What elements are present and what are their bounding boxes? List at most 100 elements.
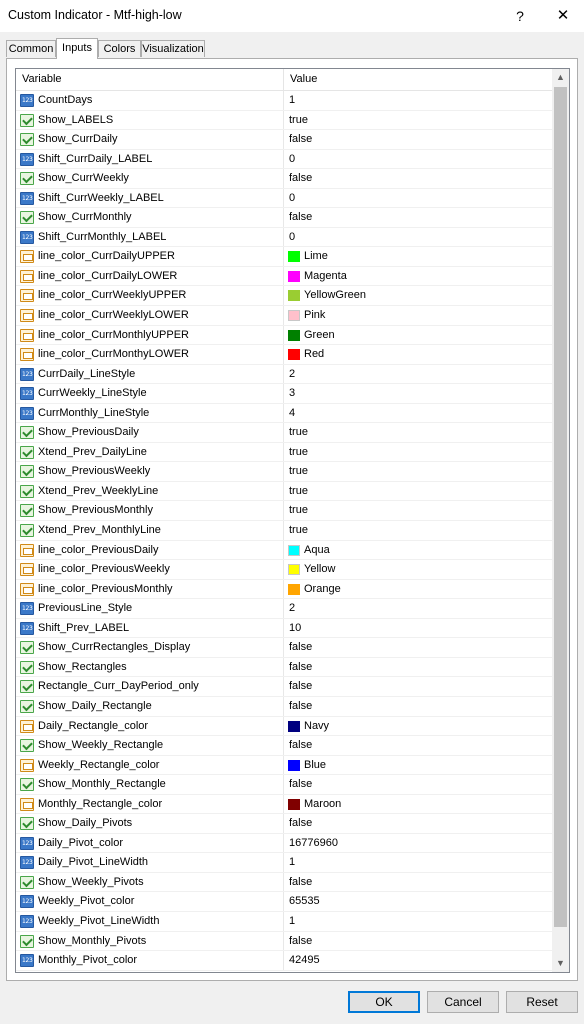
value-cell[interactable]: Blue	[284, 756, 552, 775]
table-row[interactable]: Weekly_Rectangle_color Blue	[16, 755, 552, 776]
table-row[interactable]: line_color_PreviousWeekly Yellow	[16, 560, 552, 580]
value-cell[interactable]: 4	[284, 404, 552, 423]
table-row[interactable]: Show_PreviousMonthly true	[16, 501, 552, 522]
reset-button[interactable]: Reset	[506, 991, 578, 1013]
vertical-scrollbar[interactable]: ▲ ▼	[552, 69, 569, 972]
ok-button[interactable]: OK	[348, 991, 420, 1013]
value-cell[interactable]: 1	[284, 912, 552, 931]
value-cell[interactable]: Green	[284, 326, 552, 345]
value-cell[interactable]: true	[284, 521, 552, 540]
value-cell[interactable]: Aqua	[284, 541, 552, 560]
table-row[interactable]: Monthly_Rectangle_color Maroon	[16, 794, 552, 815]
tab-inputs[interactable]: Inputs	[56, 38, 98, 59]
value-cell[interactable]: false	[284, 932, 552, 951]
value-cell[interactable]: false	[284, 814, 552, 833]
value-cell[interactable]: 10	[284, 619, 552, 638]
value-cell[interactable]: true	[284, 443, 552, 462]
value-cell[interactable]: true	[284, 501, 552, 520]
value-cell[interactable]: false	[284, 169, 552, 188]
table-row[interactable]: Show_Daily_Rectangle false	[16, 696, 552, 717]
value-cell[interactable]: true	[284, 111, 552, 130]
scroll-down-icon[interactable]: ▼	[552, 955, 569, 972]
value-cell[interactable]: 0	[284, 228, 552, 247]
table-row[interactable]: Shift_CurrDaily_LABEL 0	[16, 149, 552, 170]
value-cell[interactable]: YellowGreen	[284, 286, 552, 305]
column-header-value[interactable]: Value	[284, 69, 552, 90]
table-row[interactable]: line_color_CurrDailyUPPER Lime	[16, 247, 552, 267]
table-row[interactable]: Show_CurrDaily false	[16, 130, 552, 150]
value-cell[interactable]: false	[284, 130, 552, 149]
value-cell[interactable]: Maroon	[284, 795, 552, 814]
table-row[interactable]: Show_CurrMonthly false	[16, 208, 552, 228]
value-cell[interactable]: Yellow	[284, 560, 552, 579]
table-row[interactable]: line_color_CurrMonthlyUPPER Green	[16, 325, 552, 346]
table-row[interactable]: Xtend_Prev_WeeklyLine true	[16, 481, 552, 502]
table-row[interactable]: Xtend_Prev_DailyLine true	[16, 442, 552, 463]
table-row[interactable]: Xtend_Prev_MonthlyLine true	[16, 521, 552, 541]
value-cell[interactable]: false	[284, 658, 552, 677]
table-row[interactable]: Show_Weekly_Rectangle false	[16, 736, 552, 756]
table-row[interactable]: line_color_CurrDailyLOWER Magenta	[16, 266, 552, 287]
value-cell[interactable]: false	[284, 736, 552, 755]
tab-common[interactable]: Common	[6, 40, 56, 57]
close-button[interactable]: ✕	[548, 4, 578, 28]
table-row[interactable]: Shift_CurrWeekly_LABEL 0	[16, 188, 552, 209]
table-row[interactable]: line_color_CurrWeeklyUPPER YellowGreen	[16, 286, 552, 307]
table-row[interactable]: CountDays 1	[16, 91, 552, 111]
table-row[interactable]: CurrWeekly_LineStyle 3	[16, 384, 552, 404]
table-row[interactable]: Rectangle_Curr_DayPeriod_only false	[16, 677, 552, 697]
value-cell[interactable]: 3	[284, 384, 552, 403]
table-row[interactable]: Show_CurrRectangles_Display false	[16, 638, 552, 658]
table-row[interactable]: Show_Rectangles false	[16, 657, 552, 678]
value-cell[interactable]: 2	[284, 365, 552, 384]
table-row[interactable]: Show_Daily_Pivots false	[16, 814, 552, 834]
table-row[interactable]: Monthly_Pivot_color 42495	[16, 951, 552, 971]
value-cell[interactable]: false	[284, 677, 552, 696]
value-cell[interactable]: 0	[284, 150, 552, 169]
column-header-variable[interactable]: Variable	[16, 69, 284, 90]
value-cell[interactable]: false	[284, 775, 552, 794]
table-row[interactable]: line_color_CurrMonthyLOWER Red	[16, 345, 552, 365]
value-cell[interactable]: false	[284, 873, 552, 892]
cancel-button[interactable]: Cancel	[427, 991, 499, 1013]
value-cell[interactable]: false	[284, 697, 552, 716]
value-cell[interactable]: 65535	[284, 892, 552, 911]
table-row[interactable]: line_color_PreviousDaily Aqua	[16, 540, 552, 561]
tab-visualization[interactable]: Visualization	[141, 40, 205, 57]
value-cell[interactable]: Magenta	[284, 267, 552, 286]
help-button[interactable]: ?	[507, 4, 533, 28]
value-cell[interactable]: true	[284, 423, 552, 442]
value-cell[interactable]: Lime	[284, 247, 552, 266]
value-cell[interactable]: 16776960	[284, 834, 552, 853]
value-cell[interactable]: false	[284, 208, 552, 227]
table-row[interactable]: Show_PreviousDaily true	[16, 423, 552, 443]
value-cell[interactable]: 1	[284, 853, 552, 872]
table-row[interactable]: Shift_CurrMonthly_LABEL 0	[16, 227, 552, 248]
table-row[interactable]: CurrDaily_LineStyle 2	[16, 364, 552, 385]
value-cell[interactable]: 0	[284, 189, 552, 208]
tab-colors[interactable]: Colors	[98, 40, 141, 57]
value-cell[interactable]: false	[284, 638, 552, 657]
table-row[interactable]: Daily_Rectangle_color Navy	[16, 716, 552, 737]
table-row[interactable]: Daily_Pivot_color 16776960	[16, 833, 552, 854]
value-cell[interactable]: Pink	[284, 306, 552, 325]
scrollbar-thumb[interactable]	[554, 87, 567, 927]
table-row[interactable]: Daily_Pivot_LineWidth 1	[16, 853, 552, 873]
value-cell[interactable]: true	[284, 482, 552, 501]
value-cell[interactable]: Navy	[284, 717, 552, 736]
value-cell[interactable]: 42495	[284, 951, 552, 970]
table-row[interactable]: Show_PreviousWeekly true	[16, 462, 552, 482]
table-row[interactable]: Show_LABELS true	[16, 110, 552, 131]
table-row[interactable]: line_color_CurrWeeklyLOWER Pink	[16, 306, 552, 326]
table-row[interactable]: PreviousLine_Style 2	[16, 599, 552, 619]
table-row[interactable]: line_color_PreviousMonthly Orange	[16, 579, 552, 600]
table-row[interactable]: Weekly_Pivot_color 65535	[16, 892, 552, 912]
value-cell[interactable]: true	[284, 462, 552, 481]
table-row[interactable]: Weekly_Pivot_LineWidth 1	[16, 911, 552, 932]
value-cell[interactable]: Red	[284, 345, 552, 364]
value-cell[interactable]: Orange	[284, 580, 552, 599]
value-cell[interactable]: 2	[284, 599, 552, 618]
table-row[interactable]: Shift_Prev_LABEL 10	[16, 618, 552, 639]
value-cell[interactable]: 1	[284, 91, 552, 110]
table-row[interactable]: Show_Monthly_Rectangle false	[16, 775, 552, 795]
